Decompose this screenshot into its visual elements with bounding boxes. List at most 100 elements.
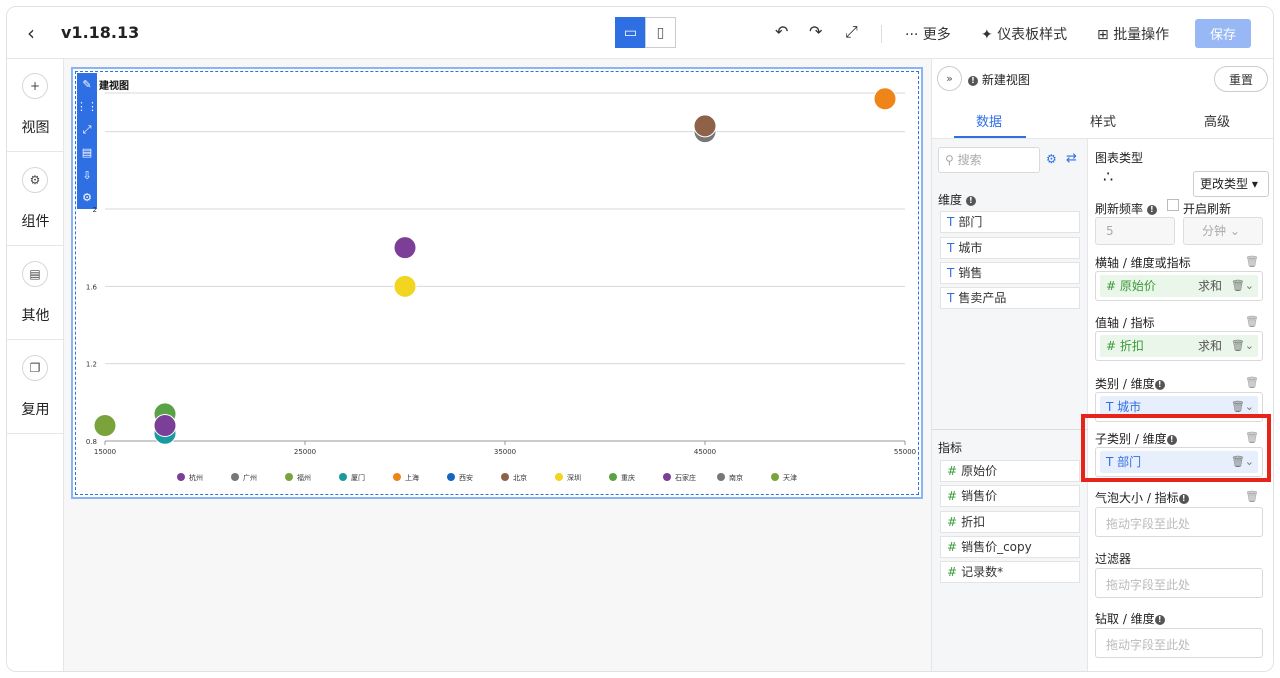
- refresh-enable-checkbox[interactable]: [1167, 199, 1179, 211]
- chart-widget[interactable]: ✎ ⋮⋮ ⤢ ▤ ⇩ ⚙ 建视图 0.8 1.2 1.6 2 15000 25000 350…: [71, 67, 923, 499]
- nav-item-reuse[interactable]: ❐ 复用: [7, 341, 64, 434]
- reset-button[interactable]: 重置: [1214, 66, 1268, 92]
- info-icon: !: [968, 75, 978, 86]
- metric-field[interactable]: # 折扣: [940, 511, 1080, 533]
- bubble-size-slot[interactable]: 拖动字段至此处: [1095, 507, 1263, 537]
- metric-field[interactable]: # 记录数*: [940, 561, 1080, 583]
- refresh-interval-input[interactable]: 5: [1095, 217, 1175, 245]
- section-divider[interactable]: [932, 429, 1088, 430]
- back-arrow-icon[interactable]: ‹: [27, 21, 35, 45]
- legend-label: 西安: [459, 473, 473, 482]
- collapse-panel-button[interactable]: »: [937, 66, 962, 91]
- filter-slot[interactable]: 拖动字段至此处: [1095, 568, 1263, 598]
- info-icon: !: [1178, 493, 1189, 504]
- legend-marker: [663, 473, 671, 481]
- trash-icon[interactable]: 🗑: [1245, 376, 1259, 389]
- y-axis-slot[interactable]: # 折扣 求和 🗑⌄: [1095, 331, 1263, 361]
- y-tick-label: 1.6: [86, 283, 98, 291]
- x-axis-field-pill[interactable]: # 原始价 求和 🗑⌄: [1100, 275, 1258, 297]
- dimension-field[interactable]: T 部门: [940, 211, 1080, 233]
- refresh-label-text: 刷新频率: [1095, 202, 1144, 216]
- legend-marker: [177, 473, 185, 481]
- x-tick-label: 25000: [294, 448, 316, 456]
- number-type-icon: #: [1106, 279, 1120, 293]
- swap-icon[interactable]: ⇄: [1066, 151, 1077, 166]
- tab-advanced[interactable]: 高级: [1204, 111, 1230, 130]
- dimension-label-text: 维度: [938, 193, 963, 207]
- metric-field[interactable]: # 销售价_copy: [940, 536, 1080, 558]
- more-button[interactable]: ··· 更多: [905, 24, 951, 44]
- tab-data[interactable]: 数据: [976, 111, 1002, 130]
- aggregation-label[interactable]: 求和: [1198, 275, 1222, 297]
- toolbar-divider: [881, 25, 882, 43]
- desktop-view-button[interactable]: ▭: [615, 17, 646, 48]
- tab-style[interactable]: 样式: [1090, 111, 1116, 130]
- x-tick-label: 55000: [894, 448, 916, 456]
- dimension-field[interactable]: T 售卖产品: [940, 287, 1080, 309]
- legend-marker: [285, 473, 293, 481]
- fullscreen-icon[interactable]: ⤢: [845, 22, 858, 42]
- change-type-select[interactable]: 更改类型 ▾: [1193, 171, 1269, 197]
- x-tick-label: 35000: [494, 448, 516, 456]
- trash-icon[interactable]: 🗑⌄: [1231, 335, 1254, 357]
- data-point: [693, 114, 717, 138]
- scatter-chart: 0.8 1.2 1.6 2 15000 25000 35000 45000 55000 杭州 广州 福…: [86, 87, 916, 482]
- batch-ops-button[interactable]: ⊞ 批量操作: [1097, 24, 1169, 44]
- dimension-field[interactable]: T 销售: [940, 262, 1080, 284]
- dimension-field[interactable]: T 城市: [940, 237, 1080, 259]
- metric-name: 折扣: [961, 515, 986, 529]
- x-axis-field-name: 原始价: [1119, 279, 1156, 293]
- metric-field[interactable]: # 原始价: [940, 460, 1080, 482]
- y-axis-field-pill[interactable]: # 折扣 求和 🗑⌄: [1100, 335, 1258, 357]
- gear-icon[interactable]: ⚙: [1046, 152, 1057, 166]
- nav-item-view[interactable]: + 视图: [7, 59, 64, 152]
- legend-marker: [501, 473, 509, 481]
- number-type-icon: #: [1106, 339, 1120, 353]
- nav-item-other[interactable]: ▤ 其他: [7, 247, 64, 340]
- legend-label: 厦门: [351, 473, 365, 482]
- scatter-chart-icon[interactable]: ∴: [1103, 167, 1113, 186]
- top-bar: ‹ v1.18.13 ▭ ▯ ↶ ↷ ⤢ ··· 更多 ✦ 仪表板样式 ⊞ 批量…: [7, 7, 1273, 59]
- mobile-view-button[interactable]: ▯: [645, 17, 676, 48]
- double-chevron-right-icon: »: [946, 72, 953, 85]
- number-type-icon: #: [947, 515, 958, 529]
- data-point: [873, 87, 897, 111]
- batch-ops-label: 批量操作: [1113, 27, 1170, 43]
- widget-icon: ▤: [22, 261, 48, 287]
- info-icon: !: [1146, 204, 1157, 215]
- refresh-label: 刷新频率 !: [1095, 200, 1157, 217]
- dimension-name: 售卖产品: [958, 291, 1007, 305]
- legend-label: 深圳: [567, 473, 581, 482]
- dashboard-style-button[interactable]: ✦ 仪表板样式: [981, 24, 1067, 44]
- trash-icon[interactable]: 🗑: [1245, 490, 1259, 503]
- view-name-text: 新建视图: [981, 73, 1030, 87]
- search-input[interactable]: ⚲ 搜索: [938, 147, 1040, 173]
- drill-slot[interactable]: 拖动字段至此处: [1095, 628, 1263, 658]
- trash-icon[interactable]: 🗑⌄: [1231, 275, 1254, 297]
- redo-icon[interactable]: ↷: [809, 22, 822, 41]
- save-button[interactable]: 保存: [1195, 19, 1251, 48]
- bubble-size-label: 气泡大小 / 指标!: [1095, 489, 1189, 506]
- info-icon: !: [1154, 379, 1165, 390]
- legend-label: 重庆: [621, 473, 635, 482]
- nav-item-component[interactable]: ⚙ 组件: [7, 153, 64, 246]
- category-label: 类别 / 维度!: [1095, 375, 1165, 392]
- trash-icon[interactable]: 🗑: [1245, 255, 1259, 268]
- dashboard-style-label: 仪表板样式: [997, 27, 1068, 43]
- y-axis-label: 值轴 / 指标: [1095, 316, 1155, 330]
- x-axis-slot[interactable]: # 原始价 求和 🗑⌄: [1095, 271, 1263, 301]
- refresh-unit-select[interactable]: 分钟 ⌄: [1183, 217, 1263, 245]
- undo-icon[interactable]: ↶: [775, 22, 788, 41]
- chevron-down-icon: ⌄: [1229, 224, 1240, 238]
- aggregation-label[interactable]: 求和: [1198, 335, 1222, 357]
- change-type-label: 更改类型: [1200, 177, 1249, 191]
- metric-field[interactable]: # 销售价: [940, 485, 1080, 507]
- category-field-name: 城市: [1117, 400, 1142, 414]
- number-type-icon: #: [947, 565, 958, 579]
- y-tick-label: 2: [93, 206, 97, 214]
- legend-label: 天津: [783, 474, 797, 482]
- legend-marker: [393, 473, 401, 481]
- legend-label: 南京: [729, 473, 743, 482]
- trash-icon[interactable]: 🗑: [1245, 315, 1259, 328]
- legend-marker: [447, 473, 455, 481]
